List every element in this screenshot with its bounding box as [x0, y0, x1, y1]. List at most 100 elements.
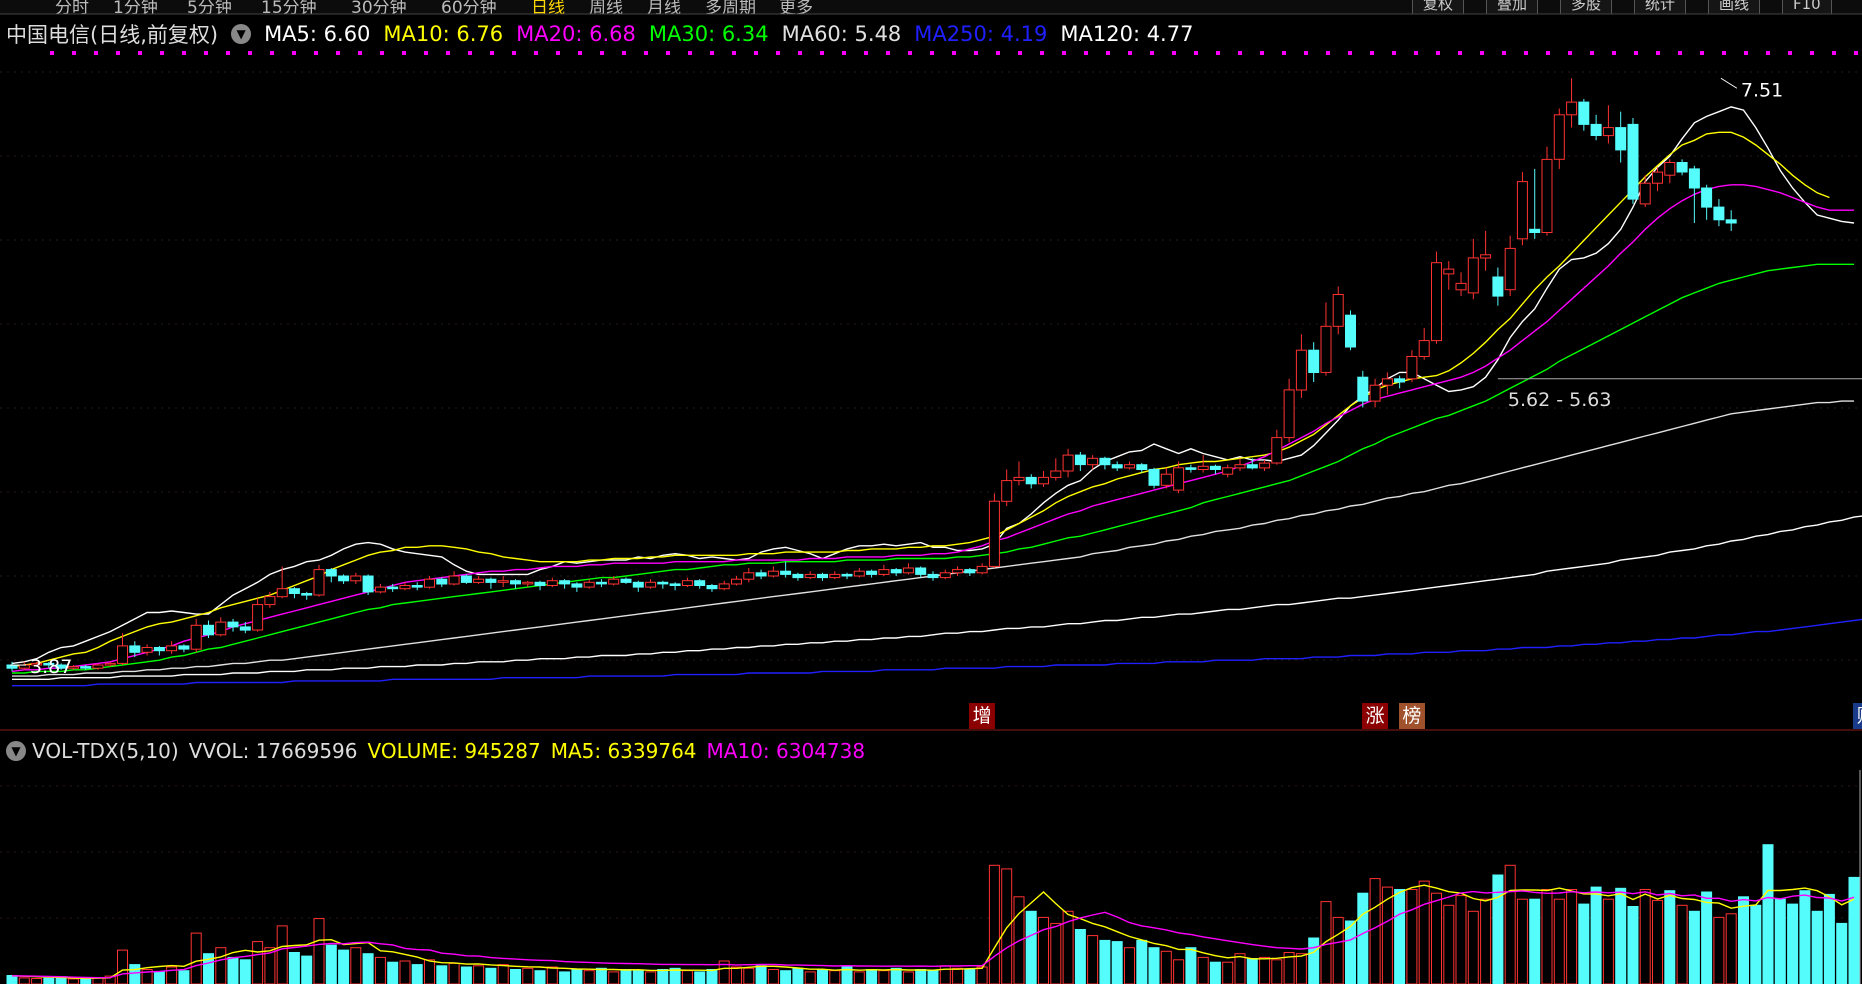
- candle-body: [1308, 349, 1320, 374]
- signal-dot: [1788, 51, 1792, 55]
- signal-dot: [50, 51, 54, 55]
- volume-bar: [31, 978, 43, 984]
- volume-bar: [1443, 904, 1455, 984]
- signal-dot: [952, 51, 956, 55]
- candle-body: [952, 569, 964, 574]
- volume-legend: ▼ VOL-TDX(5,10) VVOL: 17669596 VOLUME: 945…: [6, 736, 875, 766]
- candle-body: [804, 573, 816, 579]
- volume-legend-item: VVOL: 17669596: [188, 739, 358, 763]
- candle-body: [387, 586, 399, 590]
- volume-legend-item: VOLUME: 945287: [367, 739, 541, 763]
- volume-bar: [1590, 886, 1602, 984]
- signal-dot: [930, 51, 934, 55]
- signal-dot: [1480, 51, 1484, 55]
- candle-body: [1639, 182, 1651, 205]
- candle-body: [252, 604, 264, 631]
- signal-dot: [1150, 51, 1154, 55]
- chevron-down-icon[interactable]: ▼: [6, 741, 26, 761]
- volume-bar: [1209, 961, 1221, 984]
- volume-bar: [1799, 890, 1811, 984]
- signal-dot: [1062, 51, 1066, 55]
- event-marker[interactable]: 财: [1853, 703, 1862, 729]
- signal-dot: [710, 51, 714, 55]
- volume-bar: [1467, 910, 1479, 984]
- candle-body: [841, 573, 853, 577]
- volume-bar: [1357, 892, 1369, 984]
- volume-bar: [1504, 864, 1516, 984]
- volume-bar: [1787, 903, 1799, 984]
- signal-dot: [864, 51, 868, 55]
- signal-dot: [182, 51, 186, 55]
- candle-body: [620, 578, 632, 583]
- signal-dot: [1568, 51, 1572, 55]
- volume-bar: [927, 970, 939, 984]
- signal-dot: [1348, 51, 1352, 55]
- signal-dot: [1260, 51, 1264, 55]
- candle-body: [239, 626, 251, 631]
- candle-body: [1345, 314, 1356, 348]
- candle-body: [1173, 467, 1185, 491]
- candle-body: [878, 569, 890, 575]
- candlestick-chart[interactable]: 7.51 3.87 5.62 - 5.63: [0, 0, 1862, 984]
- volume-bar: [117, 949, 128, 984]
- candle-body: [595, 581, 607, 585]
- volume-bar: [1492, 874, 1504, 984]
- candle-body: [190, 624, 202, 650]
- candle-body: [657, 581, 669, 585]
- event-marker[interactable]: 增: [969, 703, 996, 729]
- candle-body: [706, 585, 718, 590]
- event-marker[interactable]: 涨: [1362, 703, 1389, 729]
- candle-body: [166, 645, 178, 652]
- volume-bar: [18, 977, 30, 984]
- volume-bar: [1074, 929, 1086, 984]
- candle-body: [1148, 468, 1160, 486]
- volume-bar: [694, 971, 706, 984]
- volume-bar: [1823, 893, 1835, 984]
- candle-body: [1406, 356, 1418, 380]
- volume-bar: [1406, 889, 1418, 984]
- volume-bar: [1516, 898, 1528, 984]
- signal-dot: [820, 51, 824, 55]
- candle-body: [915, 567, 927, 575]
- candle-body: [80, 666, 92, 669]
- signal-dot: [1392, 51, 1396, 55]
- candle-body: [817, 573, 828, 579]
- signal-dot: [380, 51, 384, 55]
- signal-dot: [1216, 51, 1220, 55]
- volume-bar: [583, 970, 595, 984]
- signal-dot: [1172, 51, 1176, 55]
- volume-bar: [1836, 922, 1848, 984]
- candle-body: [215, 621, 227, 636]
- volume-bar: [1185, 947, 1197, 984]
- signal-dot: [1854, 51, 1858, 55]
- candle-body: [731, 578, 742, 585]
- volume-bar: [1234, 953, 1246, 984]
- candle-body: [276, 588, 288, 598]
- candle-body: [325, 569, 337, 577]
- candle-body: [1038, 476, 1049, 485]
- signal-dot: [1282, 51, 1286, 55]
- event-marker[interactable]: 榜: [1398, 703, 1425, 729]
- signal-dot: [1766, 51, 1770, 55]
- volume-bar: [1676, 904, 1688, 984]
- signal-dot: [292, 51, 296, 55]
- candle-body: [559, 580, 571, 585]
- candle-body: [681, 580, 693, 587]
- candle-body: [1467, 257, 1479, 294]
- volume-bar: [288, 952, 300, 984]
- candle-body: [1062, 454, 1074, 472]
- candle-body: [976, 565, 988, 574]
- low-price-label: 3.87: [30, 656, 72, 678]
- candle-body: [1234, 464, 1246, 469]
- candle-body: [1320, 325, 1332, 373]
- volume-bar: [350, 947, 362, 984]
- volume-bar: [1578, 903, 1590, 984]
- candle-body: [927, 573, 939, 579]
- volume-bar: [546, 966, 558, 984]
- volume-bar: [1701, 891, 1713, 984]
- signal-dot: [996, 51, 1000, 55]
- volume-bar: [632, 970, 644, 984]
- candle-body: [669, 583, 681, 587]
- candle-body: [1516, 181, 1528, 240]
- volume-bar: [1774, 898, 1786, 984]
